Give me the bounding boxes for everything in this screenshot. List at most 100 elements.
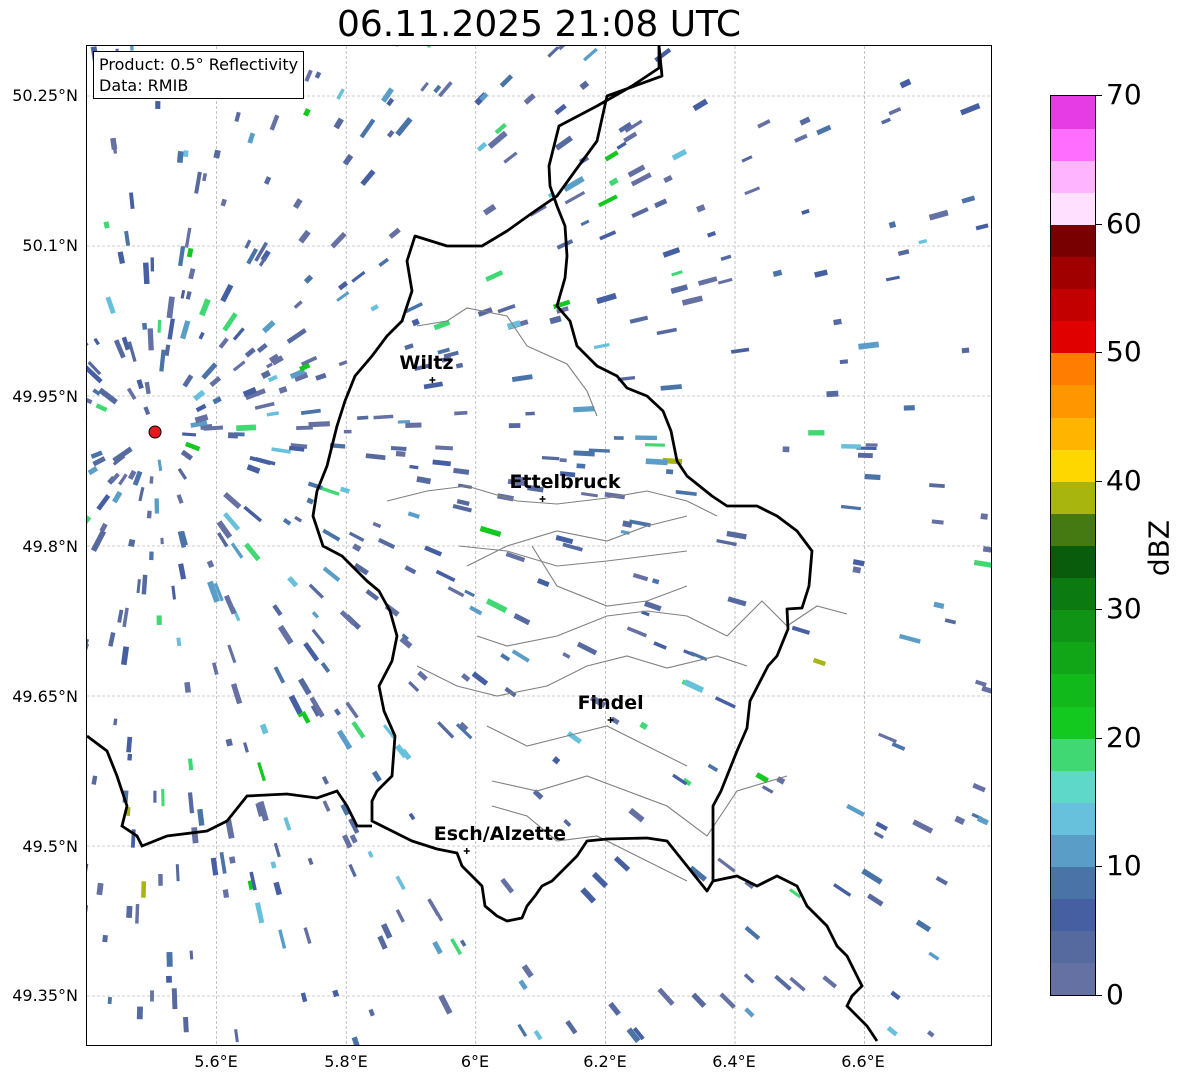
echo-pixel — [182, 374, 194, 388]
echo-pixel — [124, 230, 131, 246]
echo-pixel — [580, 887, 597, 904]
echo-pixel — [260, 369, 271, 380]
echo-pixel — [613, 436, 624, 440]
echo-pixel — [791, 625, 811, 635]
echo-pixel — [789, 976, 806, 992]
colorbar-tick-mark — [1096, 352, 1102, 354]
echo-pixel — [127, 341, 137, 362]
echo-pixel — [744, 186, 761, 196]
echo-pixel — [437, 721, 455, 739]
echo-pixel — [103, 221, 110, 229]
echo-pixel — [378, 257, 390, 267]
echo-pixel — [631, 207, 649, 219]
echo-pixel — [706, 231, 717, 238]
colorbar-segment — [1051, 706, 1095, 739]
echo-pixel — [171, 585, 177, 600]
echo-pixel — [438, 81, 453, 98]
echo-pixel — [562, 652, 571, 659]
echo-pixel — [91, 775, 98, 785]
echo-pixel — [980, 513, 988, 520]
echo-pixel — [580, 219, 590, 227]
echo-pixel — [247, 132, 256, 144]
echo-pixel — [656, 327, 678, 336]
echo-pixel — [160, 537, 164, 545]
echo-pixel — [573, 406, 595, 413]
echo-pixel — [944, 618, 957, 625]
echo-pixel — [990, 971, 991, 983]
echo-pixel — [395, 450, 406, 457]
echo-pixel — [112, 490, 123, 504]
echo-pixel — [926, 1030, 935, 1038]
lon-tick-label: 5.6°E — [194, 1052, 238, 1071]
echo-pixel — [822, 975, 838, 989]
echo-pixel — [416, 476, 432, 485]
echo-pixel — [201, 362, 218, 380]
echo-pixel — [426, 46, 439, 49]
echo-pixel — [184, 681, 192, 693]
echo-pixel — [153, 790, 157, 803]
echo-pixel — [982, 546, 991, 554]
echo-pixel — [513, 613, 531, 626]
chart-title: 06.11.2025 21:08 UTC — [336, 4, 742, 45]
echo-pixel — [720, 254, 732, 261]
echo-pixel — [93, 337, 100, 346]
colorbar-segment — [1051, 320, 1095, 354]
lat-tick-label: 49.35°N — [12, 986, 78, 1005]
echo-pixel — [156, 615, 162, 626]
echo-pixel — [334, 708, 341, 716]
echo-pixel — [447, 586, 465, 598]
echo-pixel — [225, 738, 233, 747]
radar-site-marker — [148, 425, 162, 439]
echo-pixel — [717, 857, 736, 873]
echo-pixel — [263, 176, 272, 185]
colorbar-segment — [1051, 545, 1095, 579]
lat-tick-label: 50.1°N — [22, 236, 78, 255]
echo-pixel — [87, 863, 89, 878]
echo-pixel — [315, 372, 327, 381]
echo-pixel — [597, 194, 618, 208]
echo-pixel — [365, 453, 386, 461]
lon-tick-label: 5.8°E — [324, 1052, 368, 1071]
echo-pixel — [368, 1008, 375, 1017]
echo-pixel — [360, 169, 376, 187]
echo-pixel — [435, 569, 456, 583]
echo-pixel — [243, 505, 263, 523]
echo-pixel — [801, 208, 810, 215]
echo-pixel — [852, 559, 865, 567]
echo-pixel — [744, 925, 761, 941]
echo-pixel — [220, 283, 234, 303]
echo-pixel — [521, 964, 534, 978]
echo-pixel — [351, 270, 366, 283]
echo-pixel — [975, 223, 989, 231]
echo-pixel — [757, 119, 771, 129]
echo-pixel — [935, 876, 948, 886]
echo-pixel — [262, 320, 276, 334]
echo-pixel — [377, 935, 388, 950]
echo-pixel — [147, 328, 154, 351]
radar-map[interactable] — [86, 45, 992, 1046]
echo-pixel — [485, 598, 508, 613]
echo-pixel — [246, 248, 259, 265]
echo-pixel — [670, 284, 689, 294]
echo-pixel — [644, 600, 662, 612]
echo-pixel — [497, 304, 516, 314]
echo-pixel — [177, 246, 186, 267]
echo-pixel — [166, 975, 172, 983]
echo-pixel — [653, 641, 667, 650]
echo-pixel — [608, 177, 619, 187]
echo-pixel — [219, 851, 227, 874]
echo-pixel — [227, 644, 237, 664]
colorbar-tick-label: 10 — [1106, 849, 1142, 883]
lat-tick-label: 49.5°N — [22, 837, 78, 856]
echo-pixel — [146, 510, 152, 519]
colorbar-segment — [1051, 417, 1095, 450]
echo-pixel — [107, 996, 112, 1005]
echo-pixel — [691, 992, 707, 1008]
echo-pixel — [455, 362, 464, 369]
echo-pixel — [390, 445, 407, 452]
echo-pixel — [117, 609, 124, 623]
echo-pixel — [450, 938, 463, 956]
echo-pixel — [840, 504, 862, 511]
echo-pixel — [576, 641, 598, 656]
echo-pixel — [243, 742, 249, 753]
